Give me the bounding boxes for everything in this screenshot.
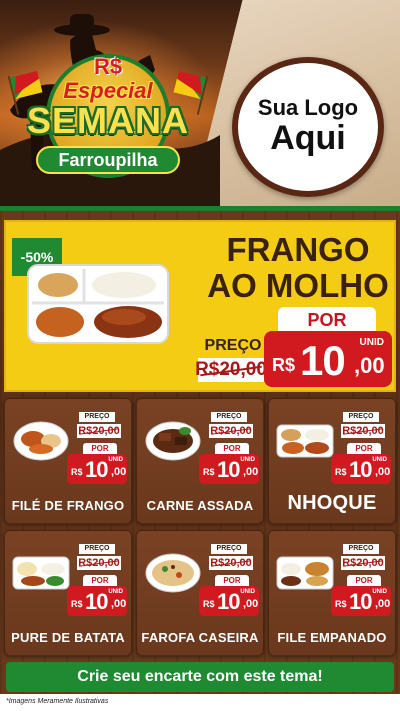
card-new-price: UNID R$ 10 ,00	[331, 454, 391, 484]
card-price-cents: ,00	[111, 466, 127, 478]
card-unid-label: UNID	[108, 589, 123, 595]
card-currency: R$	[335, 599, 347, 609]
bowl-beef-icon	[145, 421, 201, 461]
card-price-cents: ,00	[375, 466, 391, 478]
card-price-integer: 10	[349, 457, 373, 482]
card-preco-label: PREÇO	[343, 544, 379, 554]
disclaimer-text: *Imagens Meramente Ilustrativas	[6, 698, 109, 705]
card-price-integer: 10	[85, 457, 109, 482]
product-card[interactable]: PREÇO R$20,00 POR UNID R$ 10 ,00 FILE EM…	[268, 530, 396, 656]
bowl-chicken-icon	[13, 421, 69, 461]
featured-preco-label: PREÇO	[204, 337, 262, 354]
card-new-price: UNID R$ 10 ,00	[199, 454, 259, 484]
card-por-label: POR	[83, 443, 117, 454]
card-currency: R$	[335, 467, 347, 477]
featured-currency: R$	[272, 355, 296, 375]
card-unid-label: UNID	[240, 589, 255, 595]
bowl-farofa-icon	[145, 553, 201, 593]
featured-por-label: POR	[278, 307, 376, 333]
featured-title: FRANGO AO MOLHO	[200, 232, 396, 303]
card-por-label: POR	[347, 443, 381, 454]
header-banner: R$ Especial SEMANA Farroupilha Sua Logo …	[0, 0, 400, 210]
card-price-integer: 10	[85, 589, 109, 614]
card-old-price: R$20,00	[341, 556, 385, 570]
food-tray-icon	[27, 264, 169, 344]
product-card[interactable]: PREÇO R$20,00 POR UNID R$ 10 ,00 FAROFA …	[136, 530, 264, 656]
card-old-price: R$20,00	[209, 424, 253, 438]
product-card[interactable]: PREÇO R$20,00 POR UNID R$ 10 ,00 CARNE A…	[136, 398, 264, 524]
tray-puree-icon	[12, 556, 70, 590]
card-unid-label: UNID	[372, 589, 387, 595]
card-price-cents: ,00	[375, 598, 391, 610]
card-price-integer: 10	[217, 589, 241, 614]
create-flyer-cta-button[interactable]: Crie seu encarte com este tema!	[6, 662, 394, 692]
card-currency: R$	[203, 599, 215, 609]
product-name: PURE DE BATATA	[11, 630, 125, 645]
card-preco-label: PREÇO	[343, 412, 379, 422]
product-name: NHOQUE	[287, 492, 377, 514]
badge-farroupilha-ribbon: Farroupilha	[36, 146, 180, 174]
card-por-label: POR	[215, 575, 249, 586]
featured-title-line1: FRANGO	[226, 231, 370, 268]
card-preco-label: PREÇO	[79, 544, 115, 554]
badge-semana-text: SEMANA	[26, 100, 189, 141]
card-old-price: R$20,00	[77, 556, 121, 570]
card-unid-label: UNID	[108, 457, 123, 463]
product-name: FILÉ DE FRANGO	[11, 498, 125, 513]
card-price-integer: 10	[217, 457, 241, 482]
card-new-price: UNID R$ 10 ,00	[331, 586, 391, 616]
card-price-cents: ,00	[243, 466, 259, 478]
featured-price-cents: ,00	[354, 353, 385, 378]
card-price-cents: ,00	[111, 598, 127, 610]
card-old-price: R$20,00	[341, 424, 385, 438]
featured-unid-label: UNID	[359, 337, 384, 348]
card-currency: R$	[203, 467, 215, 477]
featured-title-line2: AO MOLHO	[207, 266, 389, 304]
product-name: FAROFA CASEIRA	[141, 630, 259, 645]
logo-text-line2: Aqui	[270, 119, 346, 158]
card-old-price: R$20,00	[77, 424, 121, 438]
card-currency: R$	[71, 467, 83, 477]
card-price-cents: ,00	[243, 598, 259, 610]
card-por-label: POR	[215, 443, 249, 454]
card-unid-label: UNID	[240, 457, 255, 463]
especial-semana-badge: R$ Especial SEMANA Farroupilha	[7, 48, 209, 188]
product-name: FILE EMPANADO	[277, 630, 387, 645]
tray-pasta-icon	[276, 424, 334, 458]
featured-old-price: R$20,00	[195, 358, 267, 382]
product-card[interactable]: PREÇO R$20,00 POR UNID R$ 10 ,00 PURE DE…	[4, 530, 132, 656]
product-name: CARNE ASSADA	[146, 498, 254, 513]
card-por-label: POR	[347, 575, 381, 586]
logo-placeholder[interactable]: Sua Logo Aqui	[232, 57, 384, 197]
card-old-price: R$20,00	[209, 556, 253, 570]
featured-price-integer: 10	[300, 337, 346, 384]
card-por-label: POR	[83, 575, 117, 586]
tray-breaded-icon	[276, 556, 334, 590]
card-new-price: UNID R$ 10 ,00	[199, 586, 259, 616]
card-price-integer: 10	[349, 589, 373, 614]
card-unid-label: UNID	[372, 457, 387, 463]
featured-new-price: UNID R$ 10 ,00	[264, 331, 392, 387]
card-new-price: UNID R$ 10 ,00	[67, 454, 127, 484]
logo-text-line1: Sua Logo	[257, 95, 359, 121]
card-currency: R$	[71, 599, 83, 609]
card-preco-label: PREÇO	[79, 412, 115, 422]
card-preco-label: PREÇO	[211, 412, 247, 422]
badge-currency-symbol: R$	[93, 54, 123, 79]
product-card[interactable]: PREÇO R$20,00 POR UNID R$ 10 ,00 NHOQUE	[268, 398, 396, 524]
card-new-price: UNID R$ 10 ,00	[67, 586, 127, 616]
product-card[interactable]: PREÇO R$20,00 POR UNID R$ 10 ,00 FILÉ DE…	[4, 398, 132, 524]
card-preco-label: PREÇO	[211, 544, 247, 554]
